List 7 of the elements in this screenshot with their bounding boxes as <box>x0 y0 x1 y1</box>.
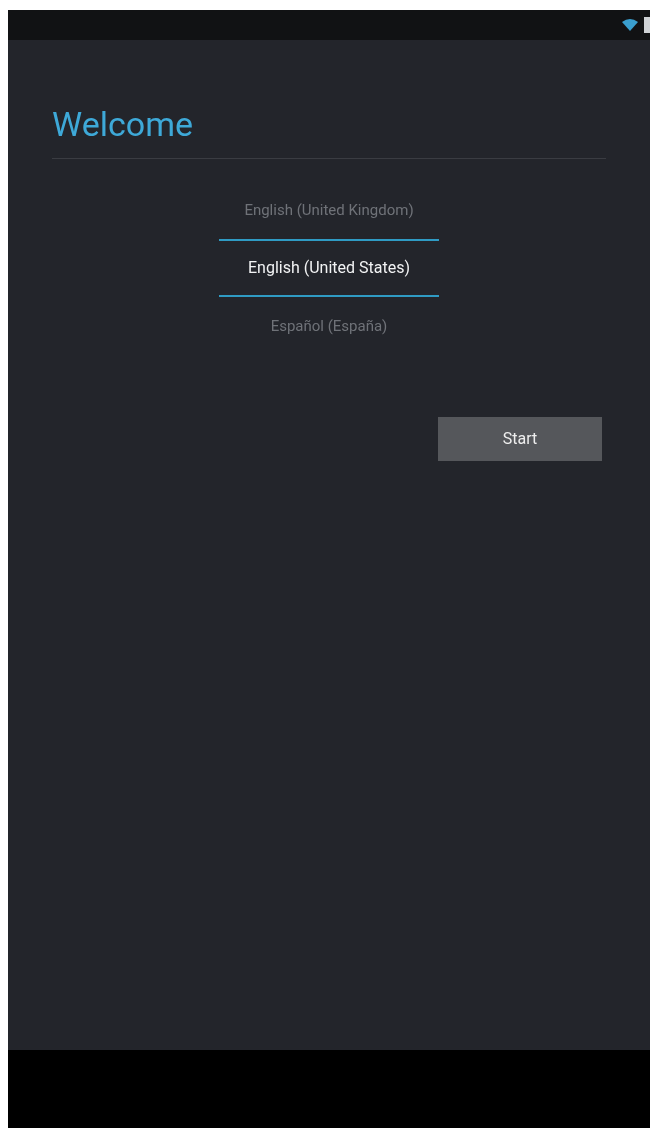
wifi-icon <box>622 19 638 31</box>
language-option[interactable]: English (United States) <box>219 239 439 297</box>
language-option[interactable]: English (United Kingdom) <box>219 181 439 239</box>
language-option[interactable]: Español (España) <box>219 297 439 355</box>
welcome-title: Welcome <box>52 103 193 146</box>
start-button[interactable]: Start <box>438 417 602 461</box>
battery-icon <box>644 17 650 33</box>
